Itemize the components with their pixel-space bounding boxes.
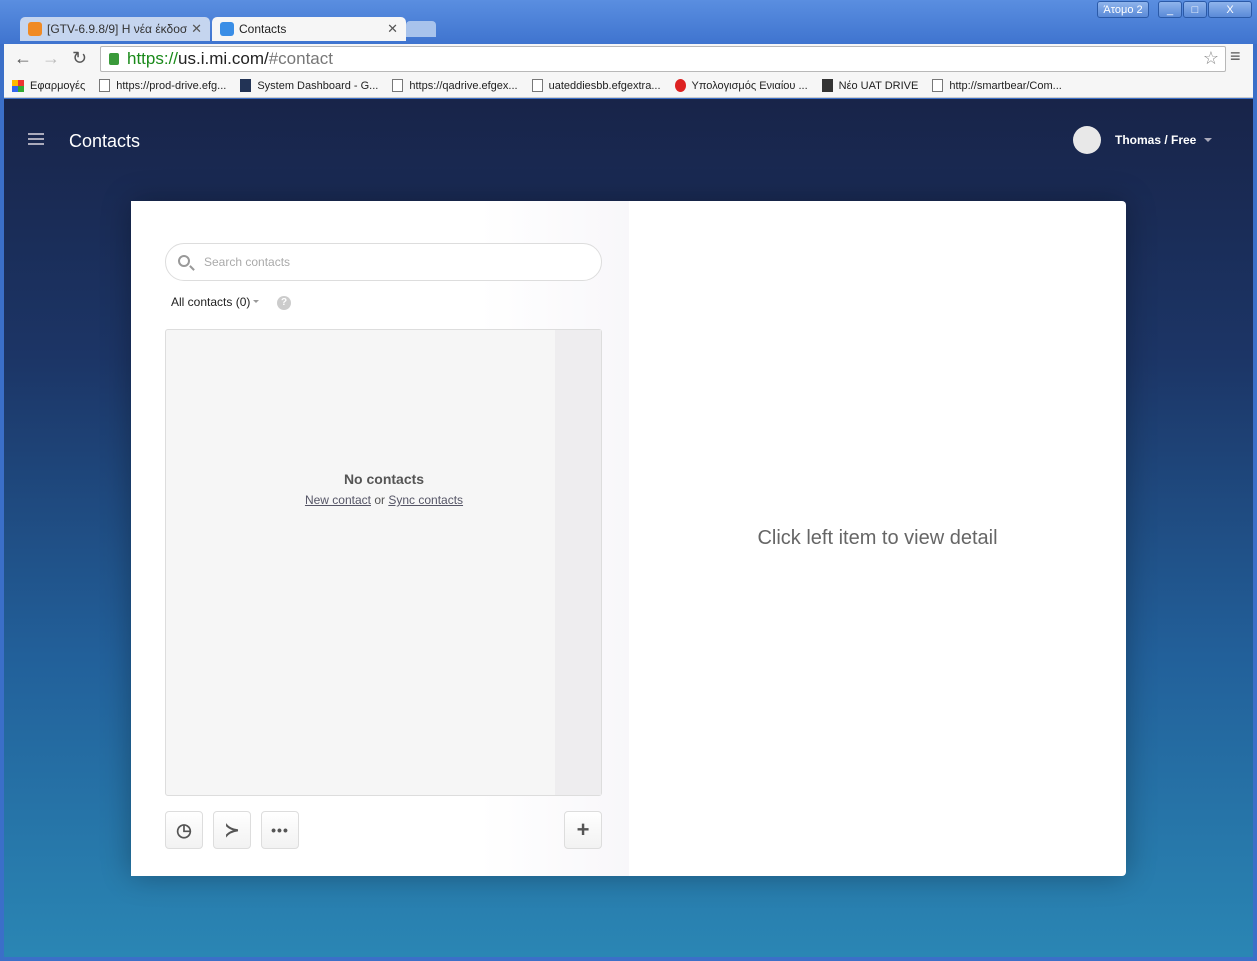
bookmark[interactable]: Υπολογισμός Ενιαίου ... — [674, 79, 808, 92]
reload-icon[interactable]: ↻ — [72, 48, 87, 69]
star-icon[interactable]: ☆ — [1203, 48, 1219, 69]
new-tab-button[interactable] — [406, 21, 436, 37]
contacts-filter-dropdown[interactable]: All contacts (0) — [171, 295, 260, 309]
bookmark-apps[interactable]: Εφαρμογές — [12, 79, 86, 92]
close-tab-icon[interactable]: ✕ — [191, 21, 202, 37]
window-titlebar: [GTV-6.9.8/9] Η νέα έκδοση ✕ Contacts ✕ Άτ… — [0, 0, 1257, 44]
history-button[interactable]: ◷ — [165, 811, 203, 849]
back-icon[interactable]: ← — [14, 48, 32, 69]
bookmark[interactable]: uateddiesbb.efgextra... — [531, 79, 661, 92]
fi-icon — [674, 79, 686, 92]
bookmark-label: Εφαρμογές — [30, 79, 86, 92]
detail-hint: Click left item to view detail — [757, 527, 998, 549]
bookmark[interactable]: https://qadrive.efgex... — [392, 79, 518, 92]
contacts-card: All contacts (0) ? No contacts New conta… — [131, 201, 1126, 876]
bookmark-label: https://qadrive.efgex... — [409, 79, 518, 92]
sync-contacts-link[interactable]: Sync contacts — [388, 493, 463, 507]
bookmark[interactable]: http://smartbear/Com... — [932, 79, 1062, 92]
search-box — [165, 243, 602, 281]
bookmark[interactable]: System Dashboard - G... — [240, 79, 378, 92]
bookmark-label: Νέο UAT DRIVE — [838, 79, 919, 92]
or-text: or — [370, 493, 389, 507]
more-icon: ••• — [271, 822, 289, 838]
contacts-list: No contacts New contact or Sync contacts — [165, 329, 602, 796]
forward-icon[interactable]: → — [42, 48, 60, 69]
bookmarks-bar: Εφαρμογές https://prod-drive.efg... Syst… — [4, 74, 1253, 98]
plus-icon: + — [576, 817, 590, 842]
more-button[interactable]: ••• — [261, 811, 299, 849]
page: Contacts Thomas / Free All contacts (0) … — [4, 99, 1253, 957]
cloud-icon — [220, 22, 234, 36]
new-contact-link[interactable]: New contact — [305, 493, 371, 507]
empty-state: No contacts New contact or Sync contacts — [166, 471, 602, 507]
add-contact-button[interactable]: + — [564, 811, 602, 849]
bookmark-label: Υπολογισμός Ενιαίου ... — [691, 79, 808, 92]
bookmark-label: http://smartbear/Com... — [949, 79, 1062, 92]
chevron-down-icon[interactable] — [1204, 138, 1212, 146]
page-icon — [392, 79, 404, 92]
eap-icon — [821, 79, 833, 92]
help-icon[interactable]: ? — [277, 296, 291, 310]
address-bar[interactable]: https://us.i.mi.com/#contact ☆ — [100, 46, 1226, 72]
detail-panel: Click left item to view detail — [629, 201, 1126, 876]
tab-title: Contacts — [239, 22, 287, 36]
close-tab-icon[interactable]: ✕ — [387, 21, 398, 37]
page-icon — [99, 79, 111, 92]
tab-contacts[interactable]: Contacts ✕ — [212, 17, 406, 41]
page-title: Contacts — [69, 131, 141, 151]
apps-icon — [12, 79, 24, 92]
merge-button[interactable]: ≻ — [213, 811, 251, 849]
maximize-button[interactable]: □ — [1183, 1, 1207, 18]
tab-title: [GTV-6.9.8/9] Η νέα έκδοση — [47, 22, 187, 36]
history-icon: ◷ — [176, 819, 192, 840]
profile-button[interactable]: Άτομο 2 — [1097, 1, 1149, 18]
page-icon — [531, 79, 543, 92]
browser-toolbar: ← → ↻ https://us.i.mi.com/#contact ☆ ≡ — [4, 44, 1253, 74]
tab-gtv[interactable]: [GTV-6.9.8/9] Η νέα έκδοση ✕ — [20, 17, 210, 41]
contacts-list-panel: All contacts (0) ? No contacts New conta… — [131, 201, 629, 876]
bookmark[interactable]: Νέο UAT DRIVE — [821, 79, 919, 92]
hamburger-menu-icon[interactable] — [28, 133, 44, 145]
mi-home-icon — [28, 22, 42, 36]
bookmark[interactable]: https://prod-drive.efg... — [99, 79, 226, 92]
bookmark-label: System Dashboard - G... — [257, 79, 379, 92]
user-menu[interactable]: Thomas / Free — [1115, 133, 1196, 147]
bookmark-label: uateddiesbb.efgextra... — [548, 79, 661, 92]
url-scheme: https:// — [127, 49, 179, 68]
url-host: us.i.mi.com/ — [178, 49, 269, 68]
merge-icon: ≻ — [224, 819, 240, 840]
scrollbar[interactable] — [555, 330, 601, 795]
filter-label: All contacts (0) — [171, 295, 251, 309]
close-window-button[interactable]: X — [1208, 1, 1252, 18]
url-path: #contact — [268, 49, 333, 68]
avatar[interactable] — [1073, 126, 1101, 154]
jira-icon — [240, 79, 252, 92]
lock-icon — [109, 53, 119, 65]
bookmark-label: https://prod-drive.efg... — [116, 79, 227, 92]
search-input[interactable] — [204, 252, 584, 272]
app-header: Contacts Thomas / Free — [4, 99, 1253, 181]
chrome-menu-icon[interactable]: ≡ — [1230, 46, 1241, 67]
page-icon — [932, 79, 944, 92]
empty-title: No contacts — [343, 471, 425, 487]
caret-down-icon — [253, 299, 260, 306]
search-icon — [178, 255, 190, 267]
minimize-button[interactable]: _ — [1158, 1, 1182, 18]
